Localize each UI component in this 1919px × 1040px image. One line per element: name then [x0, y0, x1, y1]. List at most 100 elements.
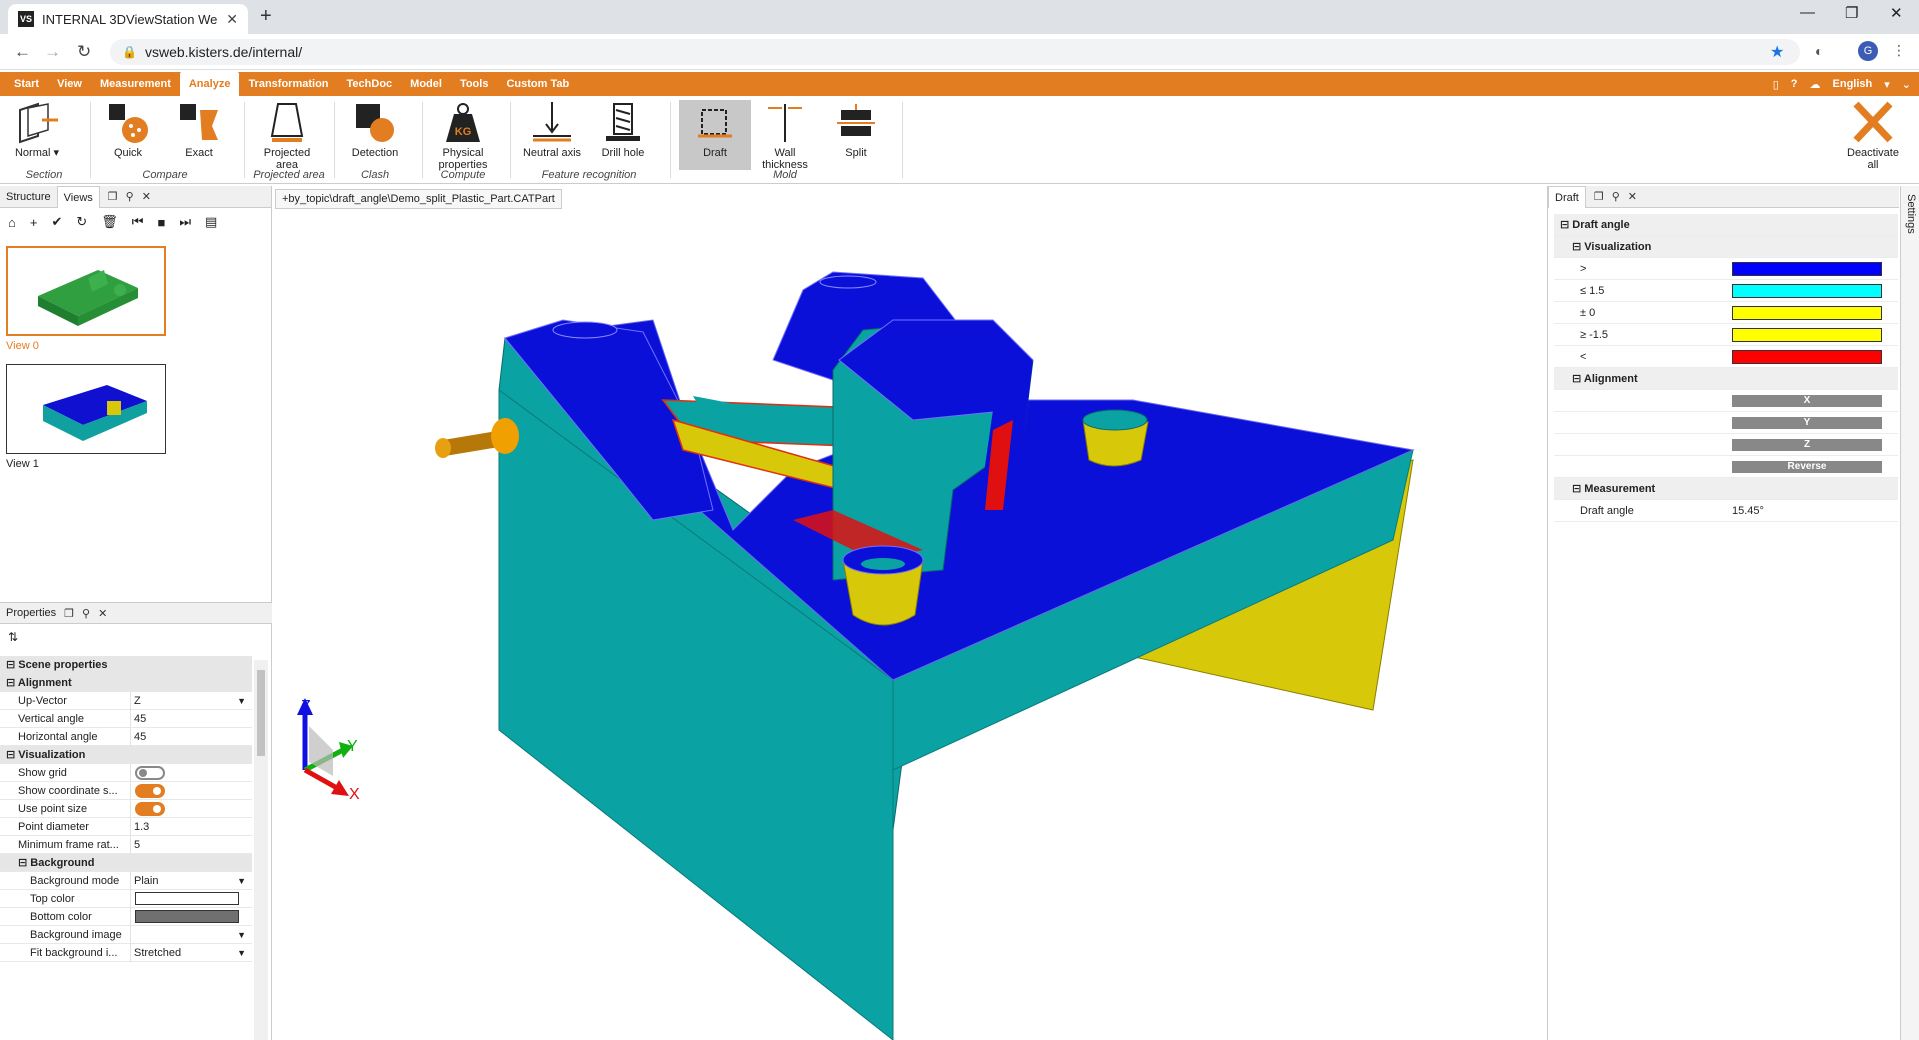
align-z-button[interactable]: Z: [1732, 438, 1882, 451]
prop-bottom-color[interactable]: Bottom color: [0, 907, 252, 926]
properties-scrollbar[interactable]: [254, 660, 268, 1040]
float-panel-icon[interactable]: ❐: [1594, 190, 1604, 203]
prop-fit-background[interactable]: Fit background i... Stretched ▼: [0, 943, 252, 962]
prop-show-grid[interactable]: Show grid: [0, 763, 252, 782]
rewind-icon[interactable]: ⏮: [132, 214, 144, 230]
color-bar-yellow[interactable]: [1732, 327, 1882, 342]
chevron-down-icon[interactable]: ▾: [1884, 78, 1890, 91]
bookmark-star-icon[interactable]: ★: [1770, 42, 1784, 62]
menu-view[interactable]: View: [48, 72, 91, 96]
color-bar-yellow[interactable]: [1732, 305, 1882, 320]
show-coordinate-toggle[interactable]: [135, 783, 165, 798]
legend-row-le-1-5[interactable]: ≤ 1.5: [1554, 280, 1898, 302]
reload-icon[interactable]: ↻: [77, 42, 91, 62]
section-scene-properties[interactable]: ⊟ Scene properties: [0, 656, 252, 674]
prop-background-image[interactable]: Background image ▼: [0, 925, 252, 944]
refresh-icon[interactable]: ↻: [76, 214, 87, 230]
profile-avatar[interactable]: G: [1858, 41, 1878, 61]
align-y-button[interactable]: Y: [1732, 416, 1882, 429]
extension-icon[interactable]: ◐: [1815, 43, 1823, 59]
section-alignment[interactable]: ⊟ Alignment: [0, 674, 252, 692]
scrollbar-thumb[interactable]: [257, 670, 265, 756]
settings-side-tab[interactable]: Settings: [1900, 186, 1919, 1040]
menu-measurement[interactable]: Measurement: [91, 72, 180, 96]
color-bar-red[interactable]: [1732, 349, 1882, 364]
prop-up-vector[interactable]: Up-Vector Z ▼: [0, 691, 252, 710]
tab-draft[interactable]: Draft: [1548, 185, 1586, 208]
deactivate-all-button[interactable]: Deactivate all: [1840, 100, 1906, 171]
delete-icon[interactable]: 🗑: [101, 214, 118, 230]
drill-hole-button[interactable]: Drill hole: [590, 100, 656, 159]
new-tab-icon[interactable]: +: [260, 5, 272, 28]
browser-tab[interactable]: VS INTERNAL 3DViewStation WebVi ✕: [8, 4, 248, 34]
document-tab[interactable]: +by_topic\draft_angle\Demo_split_Plastic…: [275, 189, 562, 209]
minimize-icon[interactable]: —: [1800, 4, 1815, 21]
prop-vertical-angle[interactable]: Vertical angle 45: [0, 709, 252, 728]
window-close-icon[interactable]: ✕: [1890, 4, 1903, 22]
menu-start[interactable]: Start: [5, 72, 48, 96]
legend-row-pm-0[interactable]: ± 0: [1554, 302, 1898, 324]
projected-area-button[interactable]: Projected area: [254, 100, 320, 171]
align-x-button[interactable]: X: [1732, 394, 1882, 407]
close-panel-icon[interactable]: ✕: [98, 607, 107, 620]
pin-icon[interactable]: ⚲: [1612, 190, 1620, 203]
split-button[interactable]: Split: [823, 100, 889, 159]
wall-thickness-button[interactable]: Wall thickness: [752, 100, 818, 171]
tab-structure[interactable]: Structure: [0, 186, 57, 208]
prop-point-diameter[interactable]: Point diameter 1.3: [0, 817, 252, 836]
home-icon[interactable]: ⌂: [8, 215, 16, 230]
reverse-button[interactable]: Reverse: [1732, 460, 1882, 473]
draft-button[interactable]: Draft: [679, 100, 751, 170]
check-all-icon[interactable]: ✔: [51, 214, 62, 230]
menu-tools[interactable]: Tools: [451, 72, 498, 96]
sort-icon[interactable]: ⇅: [8, 630, 18, 644]
color-bar-blue[interactable]: [1732, 261, 1882, 276]
cloud-sync-icon[interactable]: ☁: [1810, 78, 1821, 91]
section-visualization[interactable]: ⊟ Visualization: [0, 746, 252, 764]
3d-viewport[interactable]: Z Y X: [273, 210, 1545, 1040]
prop-show-coordinate-system[interactable]: Show coordinate s...: [0, 781, 252, 800]
legend-row-less[interactable]: <: [1554, 346, 1898, 368]
float-panel-icon[interactable]: ❐: [64, 607, 74, 620]
pin-icon[interactable]: ⚲: [82, 607, 90, 620]
tab-views[interactable]: Views: [56, 185, 100, 208]
pin-icon[interactable]: ⚲: [126, 190, 134, 203]
neutral-axis-button[interactable]: Neutral axis: [518, 100, 586, 159]
browser-menu-icon[interactable]: ⋮: [1892, 42, 1906, 59]
section-draft-angle[interactable]: ⊟ Draft angle: [1554, 214, 1898, 236]
legend-row-ge-minus-1-5[interactable]: ≥ -1.5: [1554, 324, 1898, 346]
menu-custom-tab[interactable]: Custom Tab: [497, 72, 578, 96]
clash-detection-button[interactable]: Detection: [342, 100, 408, 159]
stop-icon[interactable]: ■: [157, 215, 165, 230]
collapse-ribbon-icon[interactable]: ⌄: [1902, 78, 1911, 91]
fast-forward-icon[interactable]: ⏭: [179, 214, 191, 230]
view-thumbnail-1[interactable]: [6, 364, 166, 454]
forward-icon[interactable]: →: [44, 42, 61, 62]
close-panel-icon[interactable]: ✕: [142, 190, 151, 203]
float-panel-icon[interactable]: ❐: [108, 190, 118, 203]
mobile-icon[interactable]: ▯: [1773, 78, 1779, 91]
prop-minimum-frame-rate[interactable]: Minimum frame rat... 5: [0, 835, 252, 854]
language-select[interactable]: English: [1833, 78, 1873, 90]
color-bar-cyan[interactable]: [1732, 283, 1882, 298]
prop-horizontal-angle[interactable]: Horizontal angle 45: [0, 727, 252, 746]
view-thumbnail-0[interactable]: [6, 246, 166, 336]
prop-top-color[interactable]: Top color: [0, 889, 252, 908]
add-view-icon[interactable]: +: [30, 215, 38, 230]
bottom-color-swatch[interactable]: [135, 909, 239, 923]
top-color-swatch[interactable]: [135, 891, 239, 905]
section-measurement[interactable]: ⊟ Measurement: [1554, 478, 1898, 500]
prop-use-point-size[interactable]: Use point size: [0, 799, 252, 818]
menu-techdoc[interactable]: TechDoc: [338, 72, 402, 96]
legend-row-greater[interactable]: >: [1554, 258, 1898, 280]
exact-compare-button[interactable]: Exact: [166, 100, 232, 159]
prop-background-mode[interactable]: Background mode Plain ▼: [0, 871, 252, 890]
physical-properties-button[interactable]: KG Physical properties: [430, 100, 496, 171]
quick-compare-button[interactable]: Quick: [95, 100, 161, 159]
section-button[interactable]: Normal ▾: [4, 100, 70, 159]
section-draft-alignment[interactable]: ⊟ Alignment: [1554, 368, 1898, 390]
url-field[interactable]: 🔒 vsweb.kisters.de/internal/: [110, 39, 1800, 65]
section-background[interactable]: ⊟ Background: [0, 854, 252, 872]
section-draft-visualization[interactable]: ⊟ Visualization: [1554, 236, 1898, 258]
menu-transformation[interactable]: Transformation: [239, 72, 337, 96]
